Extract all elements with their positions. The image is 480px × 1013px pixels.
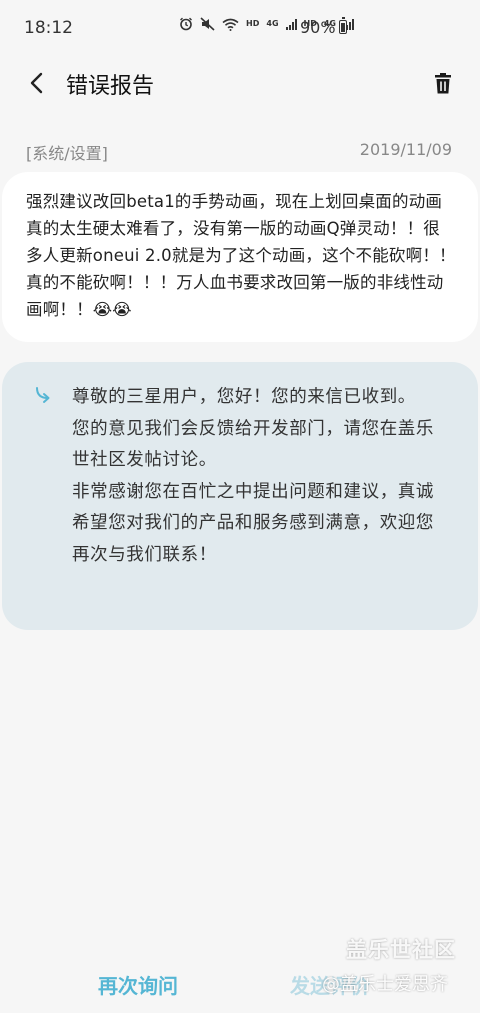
wifi-icon [222,18,239,31]
status-time: 18:12 [24,18,73,38]
page-title: 错误报告 [66,74,155,99]
mute-icon [200,17,215,31]
battery-icon [339,17,347,34]
reply-paragraph: 您的意见我们会反馈给开发部门，请您在盖乐世社区发帖讨论。 [72,418,434,471]
reply-arrow-icon [36,387,50,403]
alarm-icon [180,17,192,31]
report-date: 2019/11/09 [359,140,452,159]
report-category: [系统/设置] [26,144,108,163]
status-bar: 18:12 HD 4G HD 4G 90% [0,0,480,58]
delete-button[interactable] [426,66,460,100]
watermark-author: @盖乐士爱思齐 [322,974,448,995]
signal-icon [285,18,297,30]
reply-message-card: 尊敬的三星用户，您好！您的来信已收到。 您的意见我们会反馈给开发部门，请您在盖乐… [2,362,478,630]
hd-label: HD [246,19,260,28]
chevron-left-icon [30,72,43,94]
watermark-community: 盖乐世社区 [346,938,456,962]
back-button[interactable] [20,66,54,100]
network-label: 4G [266,19,279,28]
reply-paragraph: 非常感谢您在百忙之中提出问题和建议，真诚希望您对我们的产品和服务感到满意，欢迎您… [72,481,434,565]
ask-again-button[interactable]: 再次询问 [98,970,178,999]
trash-icon [435,73,451,94]
report-message-text: 强烈建议改回beta1的手势动画，现在上划回桌面的动画真的太生硬太难看了，没有第… [26,192,456,319]
reply-paragraph: 尊敬的三星用户，您好！您的来信已收到。 [72,387,416,407]
report-message-card: 强烈建议改回beta1的手势动画，现在上划回桌面的动画真的太生硬太难看了，没有第… [2,172,478,342]
reply-message-text: 尊敬的三星用户，您好！您的来信已收到。 您的意见我们会反馈给开发部门，请您在盖乐… [72,382,448,571]
battery-percent: 90% [300,18,336,37]
app-bar: 错误报告 [0,58,480,106]
